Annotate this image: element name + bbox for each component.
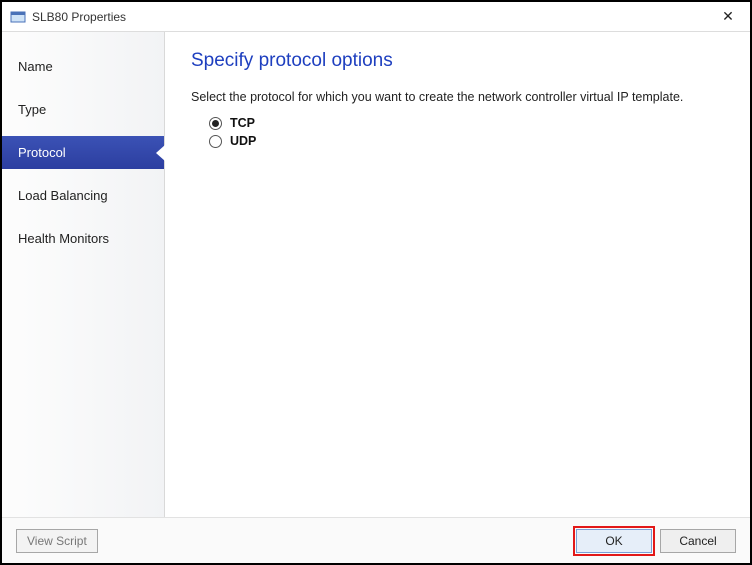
sidebar-item-label: Health Monitors xyxy=(18,231,109,246)
window-title: SLB80 Properties xyxy=(32,10,714,24)
close-icon[interactable]: ✕ xyxy=(714,8,742,25)
dialog-body: Name Type Protocol Load Balancing Health… xyxy=(2,32,750,517)
radio-option-udp[interactable]: UDP xyxy=(191,132,724,150)
radio-icon xyxy=(209,117,222,130)
cancel-button[interactable]: Cancel xyxy=(660,529,736,553)
footer: View Script OK Cancel xyxy=(2,517,750,563)
sidebar-item-label: Protocol xyxy=(18,145,66,160)
sidebar-item-label: Name xyxy=(18,59,53,74)
sidebar-item-load-balancing[interactable]: Load Balancing xyxy=(2,179,164,212)
sidebar-item-health-monitors[interactable]: Health Monitors xyxy=(2,222,164,255)
dialog-window: SLB80 Properties ✕ Name Type Protocol Lo… xyxy=(0,0,752,565)
sidebar-item-name[interactable]: Name xyxy=(2,50,164,83)
radio-label: UDP xyxy=(230,134,256,148)
page-heading: Specify protocol options xyxy=(191,50,724,72)
content-panel: Specify protocol options Select the prot… xyxy=(165,32,750,517)
sidebar: Name Type Protocol Load Balancing Health… xyxy=(2,32,165,517)
sidebar-item-type[interactable]: Type xyxy=(2,93,164,126)
app-icon xyxy=(10,9,26,25)
titlebar: SLB80 Properties ✕ xyxy=(2,2,750,32)
instruction-text: Select the protocol for which you want t… xyxy=(191,90,724,104)
sidebar-item-label: Load Balancing xyxy=(18,188,108,203)
view-script-button[interactable]: View Script xyxy=(16,529,98,553)
radio-label: TCP xyxy=(230,116,255,130)
radio-option-tcp[interactable]: TCP xyxy=(191,114,724,132)
ok-button[interactable]: OK xyxy=(576,529,652,553)
sidebar-item-label: Type xyxy=(18,102,46,117)
sidebar-item-protocol[interactable]: Protocol xyxy=(2,136,164,169)
radio-icon xyxy=(209,135,222,148)
